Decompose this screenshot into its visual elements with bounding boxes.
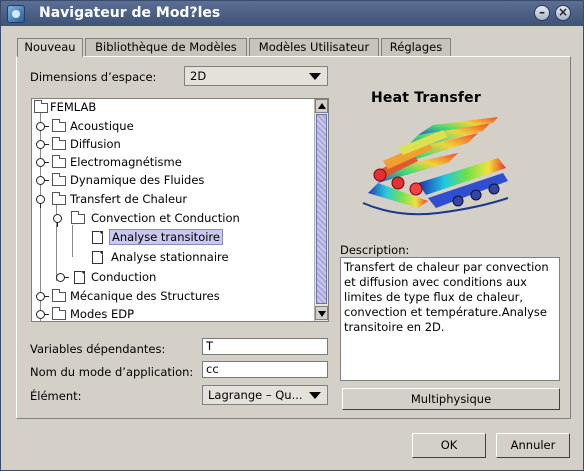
- tree-label: Convection et Conduction: [91, 211, 240, 225]
- dropdown-arrow-icon: [309, 392, 321, 399]
- tree-label: Diffusion: [70, 137, 121, 151]
- description-label: Description:: [340, 243, 410, 257]
- dimensions-value: 2D: [190, 69, 207, 83]
- multiphysics-button[interactable]: Multiphysique: [342, 388, 560, 410]
- ok-button[interactable]: OK: [412, 433, 486, 458]
- document-icon: [92, 231, 103, 244]
- collapse-handle-icon[interactable]: [53, 214, 62, 227]
- expand-handle-icon[interactable]: [36, 158, 49, 167]
- arrow-down-icon: [318, 311, 326, 317]
- model-tree[interactable]: FEMLAB Acoustique Diffusion Electromagné…: [31, 98, 329, 322]
- tree-guide-line: [72, 225, 73, 257]
- window-title: Navigateur de Mod?les: [39, 5, 221, 21]
- model-navigator-window: Navigateur de Mod?les – × Nouveau Biblio…: [0, 0, 584, 471]
- tab-modeles-utilisateur[interactable]: Modèles Utilisateur: [249, 38, 379, 56]
- expand-handle-icon[interactable]: [36, 122, 49, 131]
- tree-label: Analyse stationnaire: [111, 250, 229, 264]
- dimensions-select[interactable]: 2D: [184, 66, 328, 86]
- tree-label-selected: Analyse transitoire: [109, 229, 223, 245]
- close-button[interactable]: ×: [555, 5, 571, 21]
- folder-icon: [71, 211, 85, 224]
- expand-handle-icon[interactable]: [36, 140, 49, 149]
- tree-scrollbar[interactable]: [314, 99, 328, 321]
- folder-icon: [52, 155, 66, 168]
- tree-label: Mécanique des Structures: [70, 289, 220, 303]
- folder-icon: [34, 100, 48, 113]
- dependent-variables-label: Variables dépendantes:: [30, 342, 166, 356]
- app-icon: [7, 5, 25, 23]
- scroll-down-button[interactable]: [315, 306, 328, 320]
- scrollbar-thumb[interactable]: [316, 114, 327, 304]
- scroll-up-button[interactable]: [315, 99, 328, 113]
- tab-reglages[interactable]: Réglages: [381, 38, 451, 56]
- expand-handle-icon[interactable]: [36, 176, 49, 185]
- tree-label: Dynamique des Fluides: [70, 173, 205, 187]
- expand-handle-icon[interactable]: [56, 273, 69, 282]
- arrow-up-icon: [318, 103, 326, 109]
- tree-label: Acoustique: [70, 119, 134, 133]
- tab-bibliotheque[interactable]: Bibliothèque de Modèles: [85, 38, 247, 56]
- folder-icon: [52, 192, 66, 205]
- tree-label: Electromagnétisme: [70, 155, 182, 169]
- expand-handle-icon[interactable]: [36, 292, 49, 301]
- tree-label: Modes EDP: [70, 307, 135, 321]
- preview-title: Heat Transfer: [371, 90, 481, 106]
- mode-name-label: Nom du mode d’application:: [30, 365, 194, 379]
- tab-nouveau[interactable]: Nouveau: [17, 38, 83, 57]
- tree-label: Conduction: [91, 270, 157, 284]
- description-box: Transfert de chaleur par convection et d…: [340, 257, 560, 381]
- dependent-variables-input[interactable]: T: [202, 338, 328, 355]
- element-value: Lagrange – Qu...: [208, 388, 303, 402]
- expand-handle-icon[interactable]: [36, 310, 49, 319]
- tree-label: Transfert de Chaleur: [70, 192, 188, 206]
- folder-icon: [52, 173, 66, 186]
- folder-icon: [52, 119, 66, 132]
- folder-icon: [52, 289, 66, 302]
- title-bar[interactable]: Navigateur de Mod?les – ×: [1, 1, 583, 26]
- cancel-button[interactable]: Annuler: [496, 433, 570, 458]
- minimize-button[interactable]: –: [534, 5, 550, 21]
- collapse-handle-icon[interactable]: [36, 195, 45, 208]
- element-select[interactable]: Lagrange – Qu...: [202, 385, 328, 405]
- heat-transfer-preview-image: [362, 117, 509, 216]
- folder-icon: [52, 307, 66, 320]
- dropdown-arrow-icon: [309, 73, 321, 80]
- dimensions-label: Dimensions d’espace:: [30, 70, 157, 84]
- tree-label: FEMLAB: [50, 100, 97, 114]
- element-label: Élément:: [30, 389, 82, 403]
- folder-icon: [52, 137, 66, 150]
- mode-name-input[interactable]: cc: [202, 361, 328, 378]
- document-icon: [92, 251, 103, 264]
- document-icon: [74, 271, 85, 284]
